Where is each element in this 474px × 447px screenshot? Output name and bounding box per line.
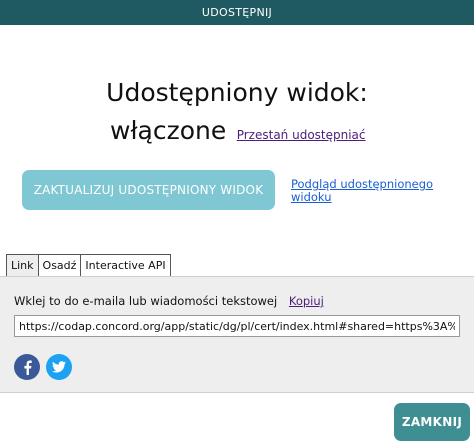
- share-tabs: Link Osadź Interactive API: [6, 254, 171, 276]
- close-button[interactable]: ZAMKNIJ: [394, 403, 470, 441]
- dialog-title-bar: UDOSTĘPNIJ: [0, 0, 474, 25]
- twitter-icon: [52, 361, 66, 373]
- tab-link[interactable]: Link: [6, 254, 39, 276]
- link-panel: Wklej to do e-maila lub wiadomości tekst…: [0, 276, 474, 393]
- facebook-share-button[interactable]: [14, 354, 40, 380]
- tab-embed[interactable]: Osadź: [37, 254, 82, 276]
- link-instruction: Wklej to do e-maila lub wiadomości tekst…: [14, 294, 278, 308]
- preview-shared-view-link[interactable]: Podgląd udostępnionego widoku: [291, 178, 461, 204]
- share-url-field[interactable]: [14, 315, 460, 337]
- shared-view-heading: Udostępniony widok:: [106, 78, 368, 107]
- sharing-state: włączone: [110, 116, 227, 145]
- facebook-icon: [23, 359, 32, 375]
- dialog-title: UDOSTĘPNIJ: [201, 6, 273, 19]
- sharing-status-row: włączone Przestań udostępniać: [110, 116, 366, 148]
- copy-link-button[interactable]: Kopiuj: [289, 294, 324, 308]
- tab-interactive-api[interactable]: Interactive API: [80, 254, 171, 276]
- twitter-share-button[interactable]: [46, 354, 72, 380]
- link-instruction-row: Wklej to do e-maila lub wiadomości tekst…: [14, 294, 324, 308]
- update-shared-view-button[interactable]: ZAKTUALIZUJ UDOSTĘPNIONY WIDOK: [22, 170, 275, 210]
- stop-sharing-link[interactable]: Przestań udostępniać: [237, 128, 366, 142]
